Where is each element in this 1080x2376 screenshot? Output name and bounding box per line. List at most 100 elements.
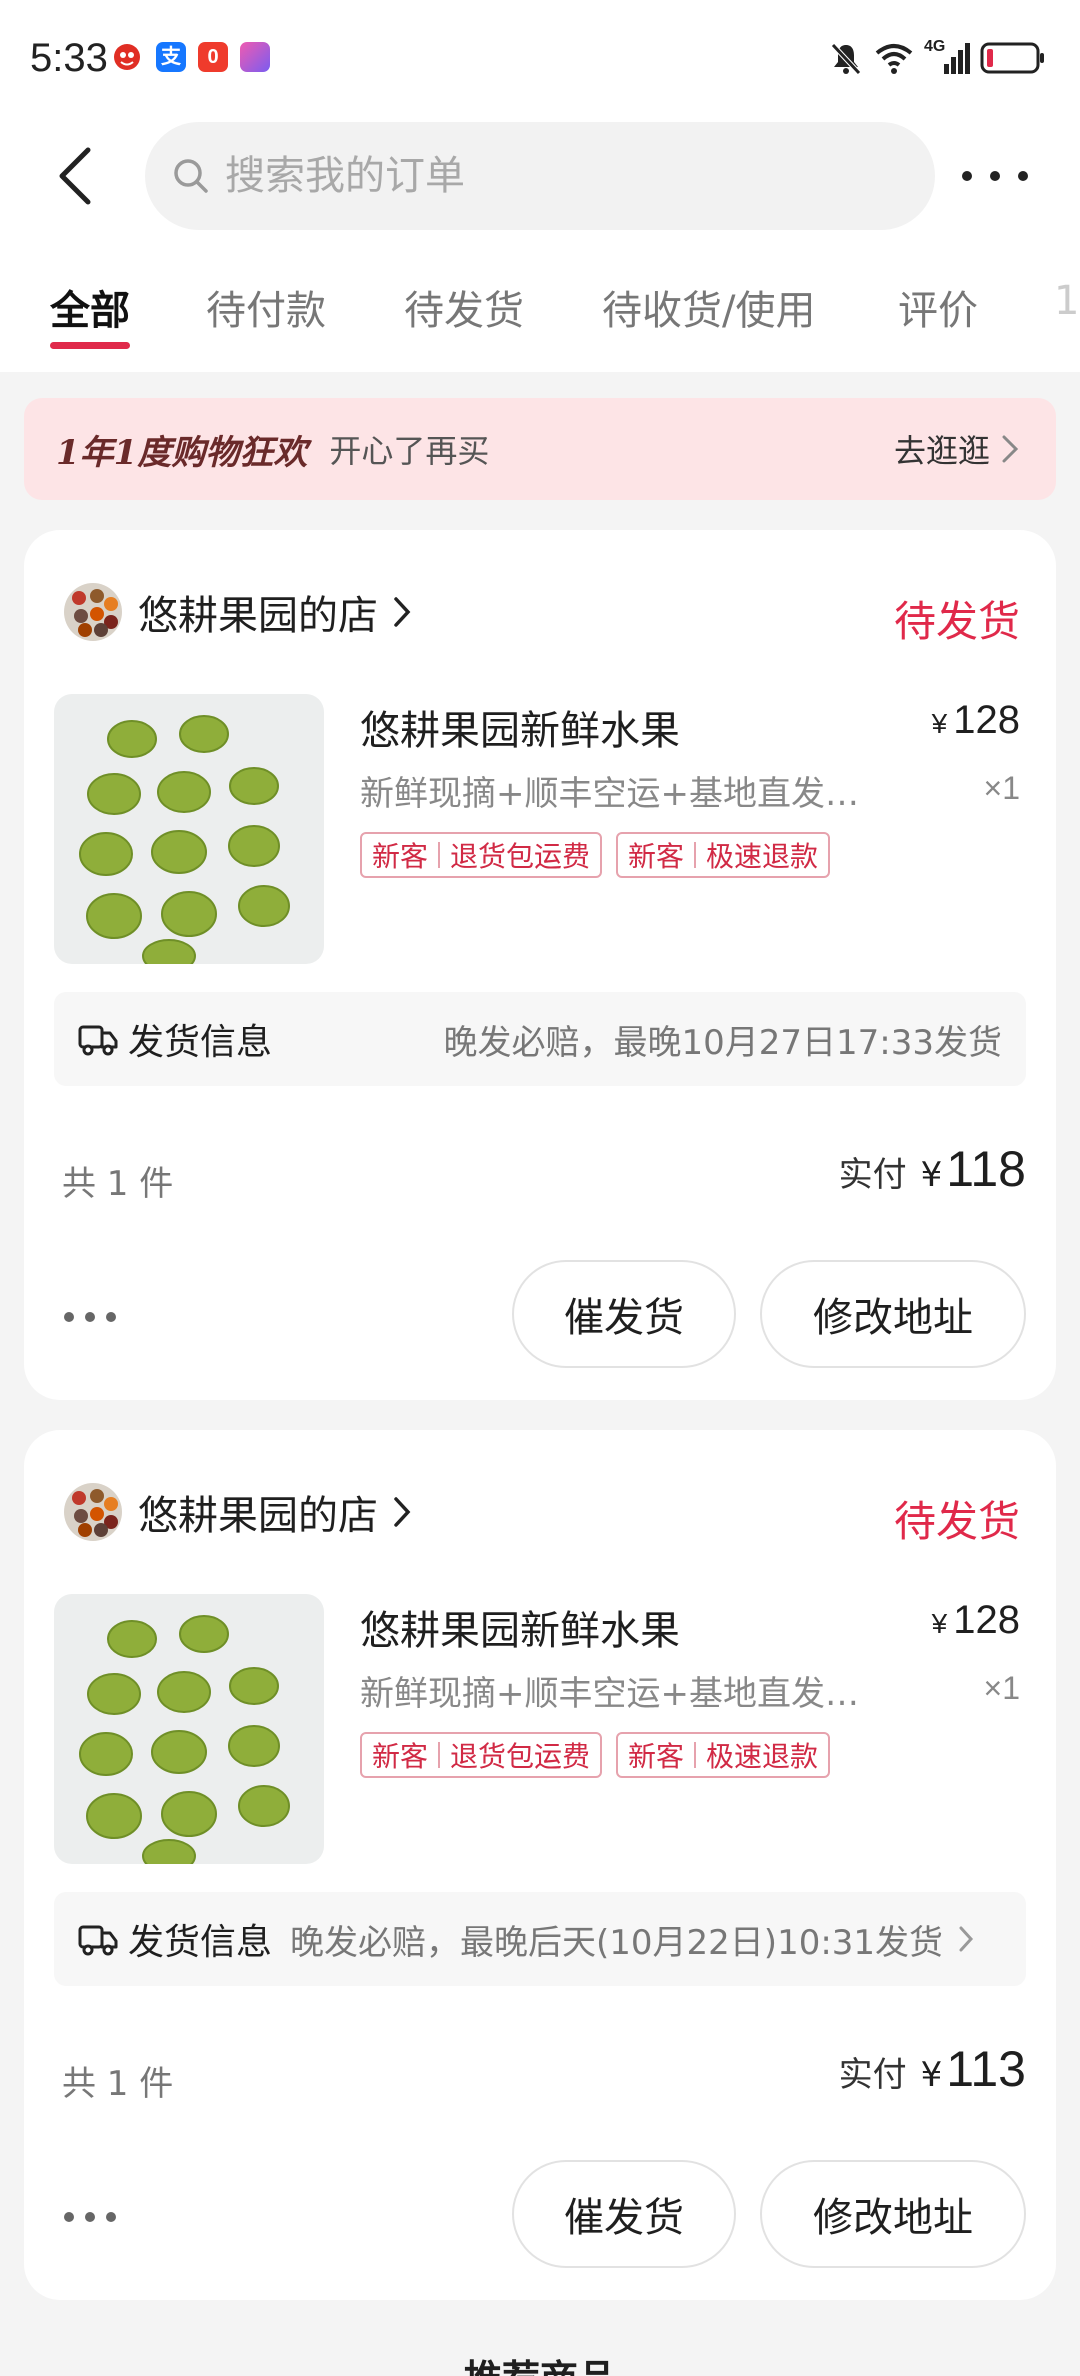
orange-app-icon: 0 [198,42,228,72]
paid-total: 实付 ¥ 113 [839,2040,1026,2098]
product-quantity: ×1 [983,770,1020,806]
pinduoduo-icon [112,42,142,72]
change-address-button[interactable]: 修改地址 [760,2160,1026,2268]
more-dot [106,1312,116,1322]
search-input[interactable] [225,153,905,199]
more-options-button[interactable] [962,166,1028,186]
more-dot [85,1312,95,1322]
search-icon [174,159,208,193]
shipping-label: 发货信息 [128,1022,273,1063]
shop-avatar [64,583,122,641]
shop-link[interactable]: 悠耕果园的店 [64,1480,412,1544]
mute-icon [831,43,861,75]
tag-left: 新客 [628,1740,685,1773]
tab-overflow[interactable]: 1 [1054,278,1079,324]
tab-pending-receipt[interactable]: 待收货/使用 [602,278,815,336]
paid-amount: 118 [946,1141,1026,1197]
product-price: ¥128 [932,1598,1020,1643]
chevron-right-icon [394,597,411,627]
tab-pending-payment[interactable]: 待付款 [206,278,326,336]
shipping-text: 晚发必赔，最晚10月27日17:33发货 [443,1022,1002,1063]
price-symbol: ¥ [931,1608,948,1639]
truck-icon [78,1025,118,1056]
back-button[interactable] [52,140,100,212]
product-description: 新鲜现摘+顺丰空运+基地直发… [360,1674,859,1714]
banner-link-label: 去逛逛 [893,432,990,470]
tag-right: 退货包运费 [450,1740,591,1773]
shop-name: 悠耕果园的店 [138,1493,378,1539]
alipay-icon: 支 [156,42,186,72]
order-card: 悠耕果园的店 待发货 悠耕果园新鲜水果 ¥128 新鲜现摘+顺丰空运+基地直发…… [24,1430,1056,2300]
status-time: 5:33 [30,36,108,80]
item-count: 共 1 件 [62,2064,174,2104]
tab-all[interactable]: 全部 [50,278,130,336]
urge-shipment-button[interactable]: 催发货 [512,2160,736,2268]
shop-link[interactable]: 悠耕果园的店 [64,580,412,644]
paid-amount: 113 [946,2041,1026,2097]
shop-name: 悠耕果园的店 [138,593,378,639]
banner-link[interactable]: 去逛逛 [894,426,1020,472]
price-symbol: ¥ [931,708,948,739]
order-more-button[interactable] [64,2212,116,2224]
tag-free-return: 新客 退货包运费 [360,832,603,878]
paid-label: 实付 [838,1155,907,1195]
promo-banner[interactable]: 1年1度购物狂欢 开心了再买 去逛逛 [24,398,1056,500]
product-title[interactable]: 悠耕果园新鲜水果 [360,698,680,756]
tag-fast-refund: 新客 极速退款 [616,832,831,878]
battery-icon [980,42,1044,74]
shipping-info[interactable]: 发货信息 晚发必赔，最晚后天(10月22日)10:31发货 [54,1892,1026,1986]
tag-right: 极速退款 [706,840,819,873]
more-dot [64,1312,74,1322]
wifi-icon [875,44,913,74]
product-tags: 新客 退货包运费 新客 极速退款 [360,1732,831,1778]
tag-left: 新客 [372,1740,429,1773]
order-status: 待发货 [893,1497,1020,1546]
price-value: 128 [953,698,1020,742]
product-price: ¥128 [932,698,1020,743]
tag-left: 新客 [628,840,685,873]
chevron-right-icon [394,1497,411,1527]
order-tabs: 全部 待付款 待发货 待收货/使用 评价 1 [0,270,1080,366]
tag-left: 新客 [372,840,429,873]
price-value: 128 [953,1598,1020,1642]
more-dot [106,2212,116,2222]
product-image[interactable] [54,1594,324,1864]
chevron-right-icon [959,1926,974,1952]
truck-icon [78,1925,118,1956]
tab-review[interactable]: 评价 [898,278,978,336]
product-quantity: ×1 [983,1670,1020,1706]
tag-free-return: 新客 退货包运费 [360,1732,603,1778]
shipping-label: 发货信息 [128,1922,273,1963]
chevron-left-icon [59,147,91,205]
banner-brand: 1年1度购物狂欢 [56,432,308,473]
paid-symbol: ¥ [920,2055,943,2095]
more-dot [64,2212,74,2222]
item-count: 共 1 件 [62,1164,174,1204]
recommend-heading: 推荐商品 [0,2348,1080,2376]
product-description: 新鲜现摘+顺丰空运+基地直发… [360,774,859,814]
status-indicators: 4G [828,38,1046,78]
status-bar: 5:33 支 0 4G [0,0,1080,118]
tab-pending-shipment[interactable]: 待发货 [404,278,524,336]
order-card: 悠耕果园的店 待发货 悠耕果园新鲜水果 ¥128 新鲜现摘+顺丰空运+基地直发…… [24,530,1056,1400]
tag-right: 极速退款 [706,1740,819,1773]
order-more-button[interactable] [64,1312,116,1324]
product-image[interactable] [54,694,324,964]
banner-subtitle: 开心了再买 [329,432,490,470]
product-title[interactable]: 悠耕果园新鲜水果 [360,1598,680,1656]
purple-app-icon [240,42,270,72]
active-tab-indicator [50,342,130,349]
urge-shipment-button[interactable]: 催发货 [512,1260,736,1368]
paid-symbol: ¥ [920,1155,943,1195]
shipping-info[interactable]: 发货信息 晚发必赔，最晚10月27日17:33发货 [54,992,1026,1086]
order-status: 待发货 [893,597,1020,646]
more-dot [990,171,1000,181]
shop-avatar [64,1483,122,1541]
change-address-button[interactable]: 修改地址 [760,1260,1026,1368]
signal-icon: 4G [924,38,970,76]
search-bar[interactable] [145,122,935,230]
tag-right: 退货包运费 [450,840,591,873]
more-dot [1018,171,1028,181]
paid-label: 实付 [838,2055,907,2095]
chevron-right-icon [1002,435,1019,463]
